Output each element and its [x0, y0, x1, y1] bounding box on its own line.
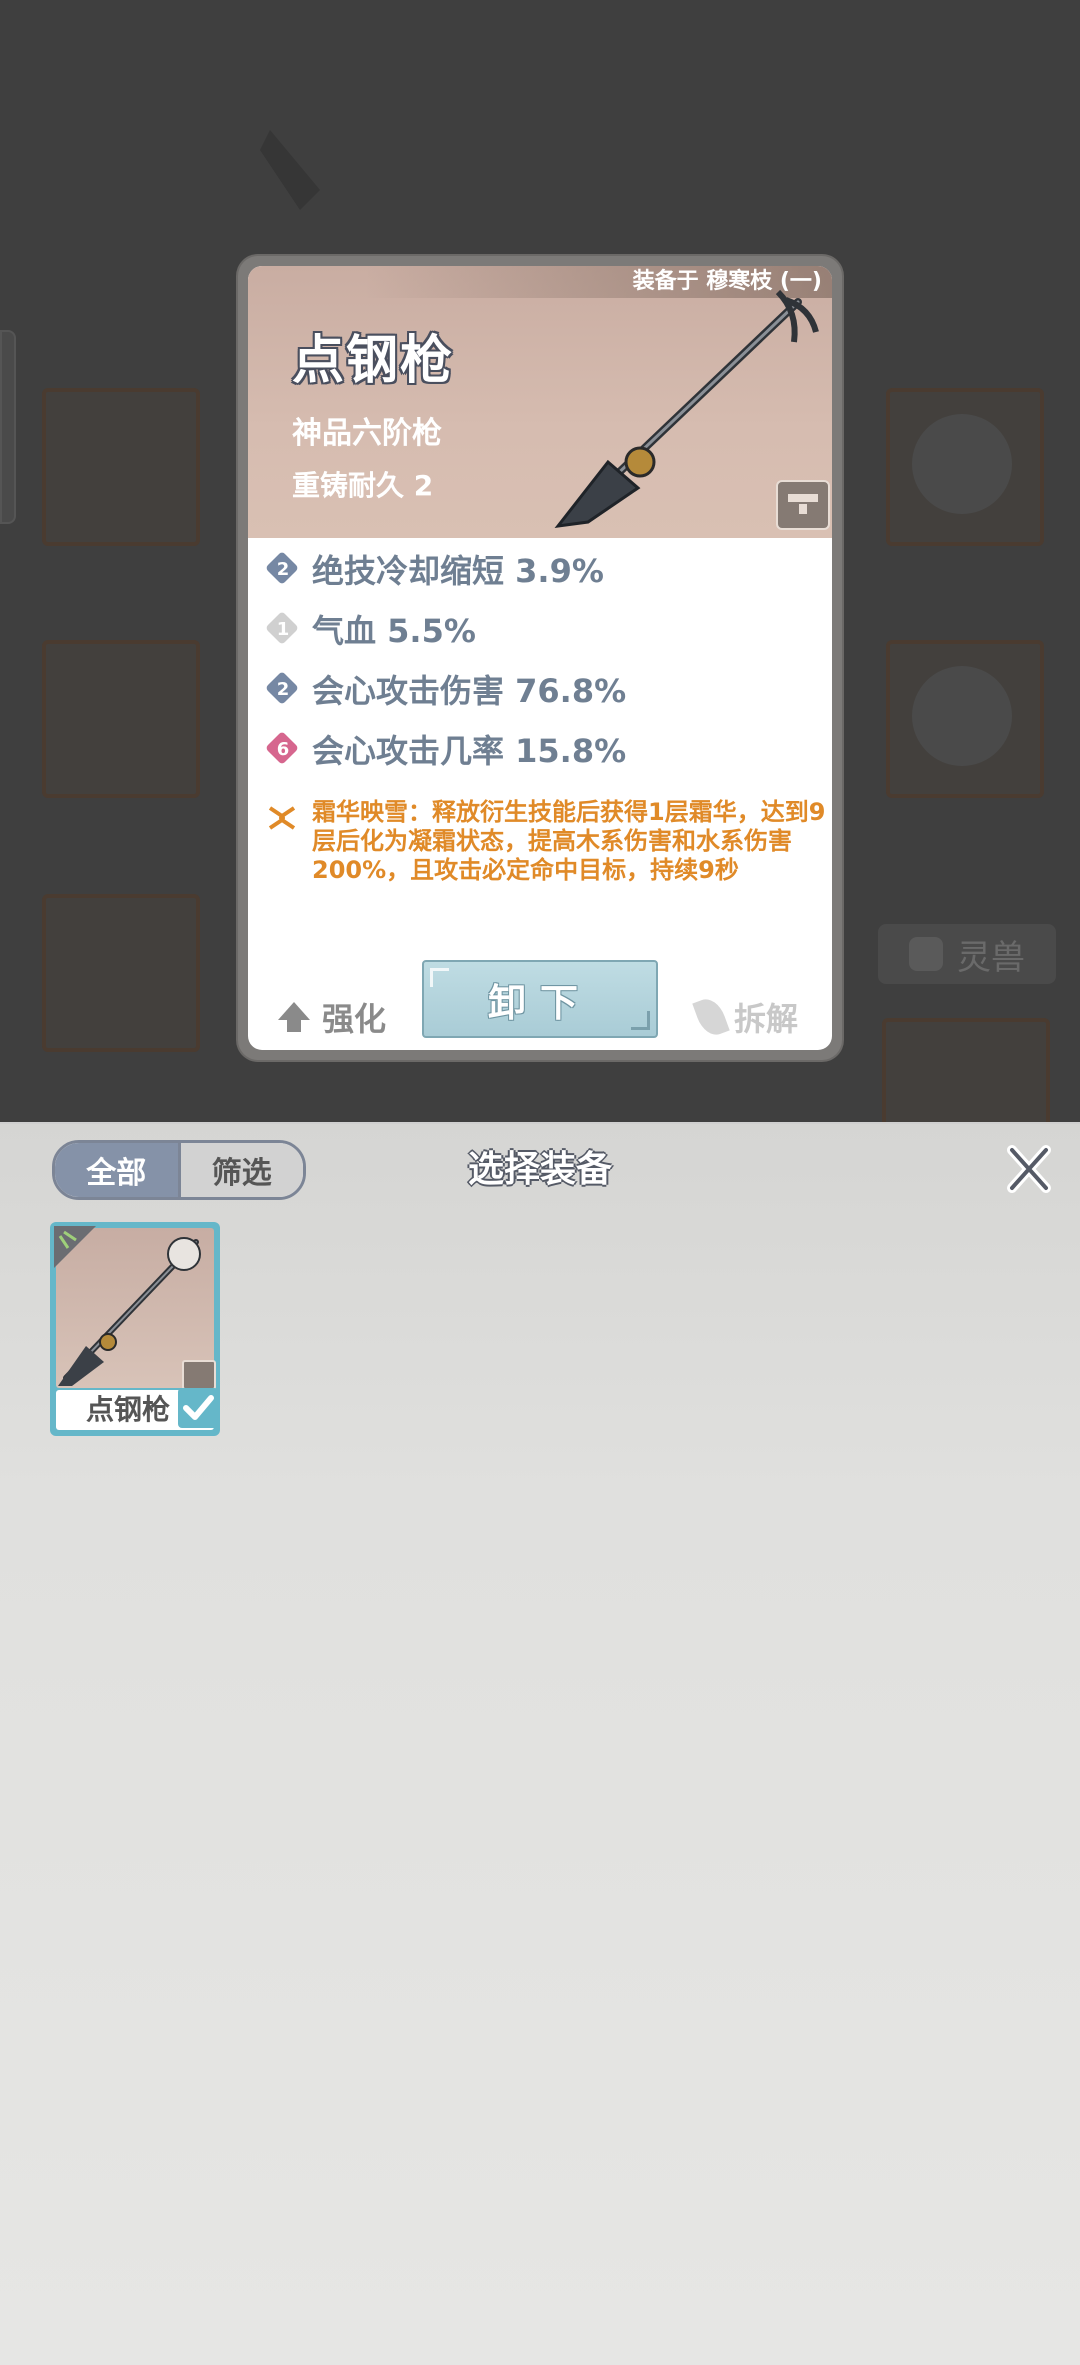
passive-skill-text: 霜华映雪：释放衍生技能后获得1层霜华，达到9层后化为凝霜状态，提高木系伤害和水系…: [312, 798, 826, 884]
strengthen-label: 强化: [322, 1000, 387, 1038]
stat-text: 会心攻击伤害 76.8%: [312, 672, 627, 710]
spirit-beast-label: 灵兽: [957, 937, 1025, 978]
dismantle-label: 拆解: [734, 1000, 799, 1038]
select-equipment-panel: 全部 筛选 选择装备 点钢枪: [0, 1122, 1080, 2365]
stat-row: 2 会心攻击伤害 76.8%: [266, 664, 626, 714]
beast-icon: [909, 937, 943, 971]
stat-row: 2 绝技冷却缩短 3.9%: [266, 544, 604, 594]
equip-slot-orb-1[interactable]: [886, 388, 1044, 546]
side-tab[interactable]: [0, 330, 16, 524]
stat-tier-icon: 6: [266, 732, 300, 766]
lock-icon: [182, 1360, 216, 1390]
equip-slot-armor[interactable]: [42, 640, 200, 798]
panel-title: 选择装备: [467, 1149, 612, 1190]
stat-tier-icon: 1: [266, 612, 300, 646]
stat-tier-icon: 2: [266, 672, 300, 706]
dismantle-button[interactable]: 拆解: [692, 994, 799, 1040]
equip-slot-accessory[interactable]: [42, 894, 200, 1052]
passive-skill-icon: [268, 806, 296, 830]
leaf-icon: [692, 994, 730, 1040]
spirit-beast-button[interactable]: 灵兽: [878, 924, 1056, 984]
passive-skill-icon: [54, 1226, 96, 1268]
strengthen-button[interactable]: 强化: [278, 994, 386, 1040]
item-hero: 装备于 穆寒枝 (一) 点钢枪 神品六阶枪 重铸耐久 2: [248, 266, 832, 538]
equipment-detail-card: 装备于 穆寒枝 (一) 点钢枪 神品六阶枪 重铸耐久 2 2 绝技冷却缩短 3.…: [238, 256, 842, 1060]
stat-row: 6 会心攻击几率 15.8%: [266, 724, 626, 774]
upgrade-arrow-icon: [278, 1002, 310, 1032]
stat-tier-icon: 2: [266, 552, 300, 586]
equip-slot-weapon[interactable]: [42, 388, 200, 546]
equip-slot-beast[interactable]: [882, 1018, 1050, 1122]
lock-icon[interactable]: [776, 480, 830, 530]
stat-row: 1 气血 5.5%: [266, 604, 476, 654]
stat-text: 绝技冷却缩短 3.9%: [312, 552, 604, 590]
item-durability: 重铸耐久 2: [292, 469, 434, 502]
item-grade: 神品六阶枪: [292, 416, 442, 451]
unequip-button[interactable]: 卸下: [422, 960, 658, 1038]
spear-tip-silhouette-icon: [260, 130, 320, 210]
close-icon[interactable]: [1004, 1144, 1054, 1194]
equip-slot-orb-2[interactable]: [886, 640, 1044, 798]
equipment-item-slot[interactable]: 点钢枪: [50, 1222, 220, 1436]
stat-text: 会心攻击几率 15.8%: [312, 732, 627, 770]
checkmark-icon: [178, 1388, 218, 1428]
item-name: 点钢枪: [292, 331, 455, 391]
stat-text: 气血 5.5%: [312, 612, 476, 650]
